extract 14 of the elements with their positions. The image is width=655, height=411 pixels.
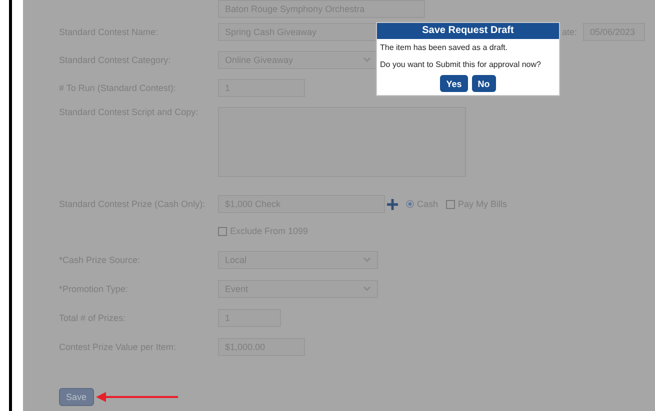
chevron-down-icon bbox=[363, 57, 371, 63]
dialog-message: The item has been saved as a draft. bbox=[379, 42, 509, 52]
chevron-down-icon bbox=[363, 256, 371, 262]
arrow-icon bbox=[96, 392, 178, 402]
no-button[interactable]: No bbox=[472, 75, 496, 92]
checkbox[interactable] bbox=[446, 200, 456, 208]
yes-button[interactable]: Yes bbox=[440, 75, 468, 92]
checkbox[interactable] bbox=[218, 226, 227, 236]
chevron-down-icon bbox=[363, 286, 371, 292]
save-button[interactable]: Save bbox=[59, 388, 94, 406]
plus-icon[interactable] bbox=[387, 198, 398, 210]
dialog-question: Do you want to Submit this for approval now? bbox=[379, 59, 542, 69]
radio-button[interactable] bbox=[406, 200, 414, 208]
dialog-title: Save Request Draft bbox=[377, 23, 559, 39]
